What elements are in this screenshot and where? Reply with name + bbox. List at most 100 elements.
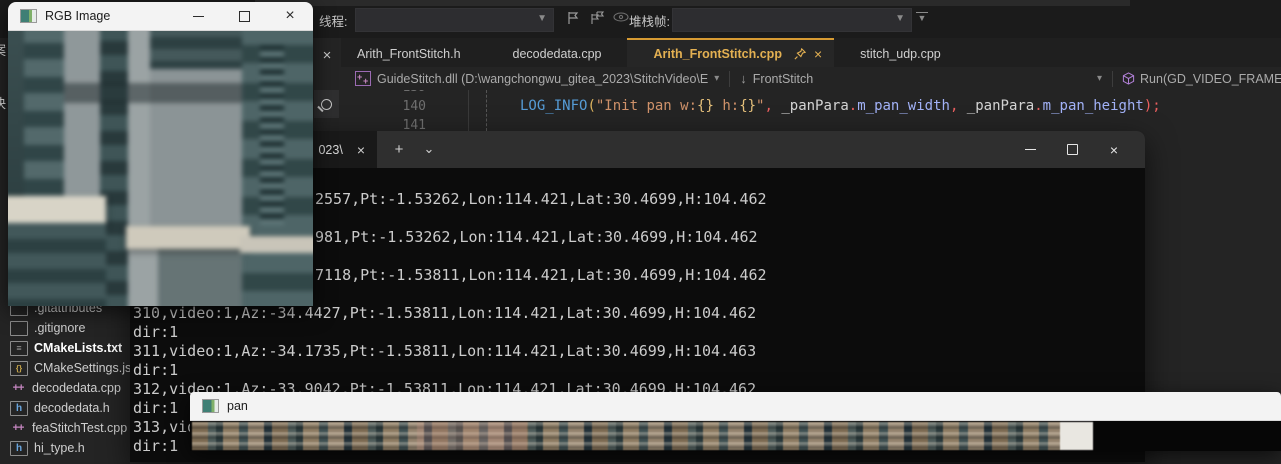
console-line: dir:1 — [133, 361, 178, 380]
pan-titlebar[interactable]: pan — [190, 392, 1281, 421]
search-icon — [321, 99, 332, 110]
code-token: h: — [714, 98, 739, 114]
toolbar-top-strip — [255, 0, 1130, 6]
close-icon[interactable]: × — [357, 142, 365, 158]
tab-label: decodedata.cpp — [513, 47, 602, 61]
code-area[interactable]: 139140141 LOG_INFO("Init pan w:{} h:{}",… — [341, 90, 1281, 131]
maximize-icon — [1067, 144, 1078, 155]
file-name: hi_type.h — [34, 441, 85, 455]
console-line: 310,video:1,Az:-34.4427,Pt:-1.53811,Lon:… — [133, 304, 756, 323]
minimize-button[interactable] — [175, 2, 221, 30]
tab-dropdown-button[interactable]: ⌄ — [418, 139, 440, 161]
stack-frame-dropdown[interactable]: ▼ — [672, 8, 912, 32]
line-number: 141 — [341, 116, 426, 131]
code-token: LOG_INFO — [520, 98, 587, 114]
cube-icon — [1122, 72, 1135, 85]
tab-label: Arith_FrontStitch.h — [357, 47, 461, 61]
flag-icon[interactable] — [565, 10, 583, 28]
divider — [1112, 71, 1113, 87]
rgb-window-title: RGB Image — [45, 9, 110, 23]
close-button[interactable]: × — [1093, 131, 1135, 168]
opencv-image-icon — [202, 399, 219, 413]
code-token: m_pan_width — [857, 98, 950, 114]
console-line: dir:1 — [133, 437, 178, 456]
editor-tab[interactable]: Arith_FrontStitch.cpp × — [627, 38, 834, 67]
tab-label: Arith_FrontStitch.cpp — [653, 47, 781, 61]
close-icon[interactable]: × — [317, 46, 337, 66]
maximize-button[interactable] — [221, 2, 267, 30]
code-token: _panPara — [967, 98, 1034, 114]
rgb-titlebar[interactable]: RGB Image × — [8, 2, 313, 31]
chevron-down-icon: ▼ — [895, 13, 905, 24]
cpp-file-icon: ++ — [10, 381, 26, 396]
pin-icon[interactable] — [794, 48, 806, 60]
console-line: dir:1 — [133, 399, 178, 418]
code-token: ); — [1144, 98, 1161, 114]
code-token: "Init pan w: — [596, 98, 697, 114]
close-icon[interactable]: × — [814, 46, 822, 62]
editor-tab-row: Arith_FrontStitch.h decodedata.cpp Arith_F… — [341, 38, 1281, 67]
toolbar-overflow-icon[interactable]: ▼ — [916, 12, 928, 21]
minimize-button[interactable] — [1009, 131, 1051, 168]
stack-frame-label: 堆栈帧: — [629, 11, 670, 30]
breadcrumb-project[interactable]: GuideStitch.dll (D:\wangchongwu_gitea_20… — [377, 72, 708, 86]
code-token: . — [1034, 98, 1042, 114]
pan-window-title: pan — [227, 399, 248, 413]
pan-image-window: pan — [190, 392, 1281, 450]
code-token: , — [950, 98, 967, 114]
rgb-image-canvas — [8, 31, 313, 306]
code-token: _panPara — [781, 98, 848, 114]
console-line: 2557,Pt:-1.53262,Lon:114.421,Lat:30.4699… — [315, 190, 767, 209]
rgb-image-window: RGB Image × — [8, 2, 313, 305]
vertical-tab-glyph: 决 — [0, 93, 6, 112]
code-token: m_pan_height — [1043, 98, 1144, 114]
code-token: {} — [697, 98, 714, 114]
breadcrumb-member[interactable]: Run(GD_VIDEO_FRAME_S in — [1140, 72, 1281, 86]
breadcrumb-member-group: ▾ Run(GD_VIDEO_FRAME_S in — [1091, 67, 1281, 90]
thread-label: 线程: — [319, 11, 347, 30]
breadcrumb: ++ GuideStitch.dll (D:\wangchongwu_gitea… — [341, 67, 1281, 90]
opencv-image-icon — [20, 9, 37, 23]
search-button[interactable] — [314, 90, 339, 118]
breadcrumb-scope[interactable]: FrontStitch — [753, 72, 813, 86]
cpp-file-icon: ++ — [10, 421, 26, 436]
close-button[interactable]: × — [267, 2, 313, 30]
double-flag-icon[interactable] — [588, 10, 606, 28]
code-line-tokens: LOG_INFO("Init pan w:{} h:{}", _panPara.… — [341, 97, 1281, 116]
thread-dropdown[interactable]: ▼ — [355, 8, 554, 32]
chevron-down-icon[interactable]: ▾ — [1097, 73, 1102, 84]
pan-image-canvas — [190, 421, 1281, 451]
terminal-tab-title: 023\ — [318, 143, 342, 157]
file-name: decodedata.h — [34, 401, 110, 415]
minimize-icon — [1025, 149, 1036, 150]
header-file-icon: h — [10, 441, 28, 456]
file-name: decodedata.cpp — [32, 381, 121, 395]
code-token: ( — [587, 98, 595, 114]
console-line: dir:1 — [133, 323, 178, 342]
new-tab-button[interactable]: + — [388, 139, 410, 161]
text-file-icon: ≡ — [10, 341, 28, 356]
editor-tab[interactable]: decodedata.cpp — [487, 38, 628, 67]
editor-tab[interactable]: Arith_FrontStitch.h — [357, 38, 487, 67]
panorama-strip-image — [192, 422, 1093, 450]
file-name: .gitignore — [34, 321, 85, 335]
chevron-down-icon[interactable]: ▾ — [714, 73, 719, 84]
eye-icon[interactable] — [612, 10, 630, 28]
file-name: CMakeLists.txt — [34, 341, 122, 355]
header-file-icon: h — [10, 401, 28, 416]
vertical-tab-glyph: 案 — [0, 40, 6, 59]
maximize-icon — [239, 11, 250, 22]
console-line: 981,Pt:-1.53262,Lon:114.421,Lat:30.4699,… — [315, 228, 758, 247]
code-token: {} — [739, 98, 756, 114]
divider — [729, 71, 730, 87]
console-line: 7118,Pt:-1.53811,Lon:114.421,Lat:30.4699… — [315, 266, 767, 285]
line-number: 139 — [341, 90, 426, 97]
console-line: 311,video:1,Az:-34.1735,Pt:-1.53811,Lon:… — [133, 342, 756, 361]
maximize-button[interactable] — [1051, 131, 1093, 168]
panorama-detail — [1060, 422, 1093, 450]
panorama-detail — [417, 422, 527, 450]
code-token: , — [764, 98, 781, 114]
editor-tab[interactable]: stitch_udp.cpp — [834, 38, 967, 67]
building-facade-image — [8, 31, 313, 306]
code-token: . — [849, 98, 857, 114]
